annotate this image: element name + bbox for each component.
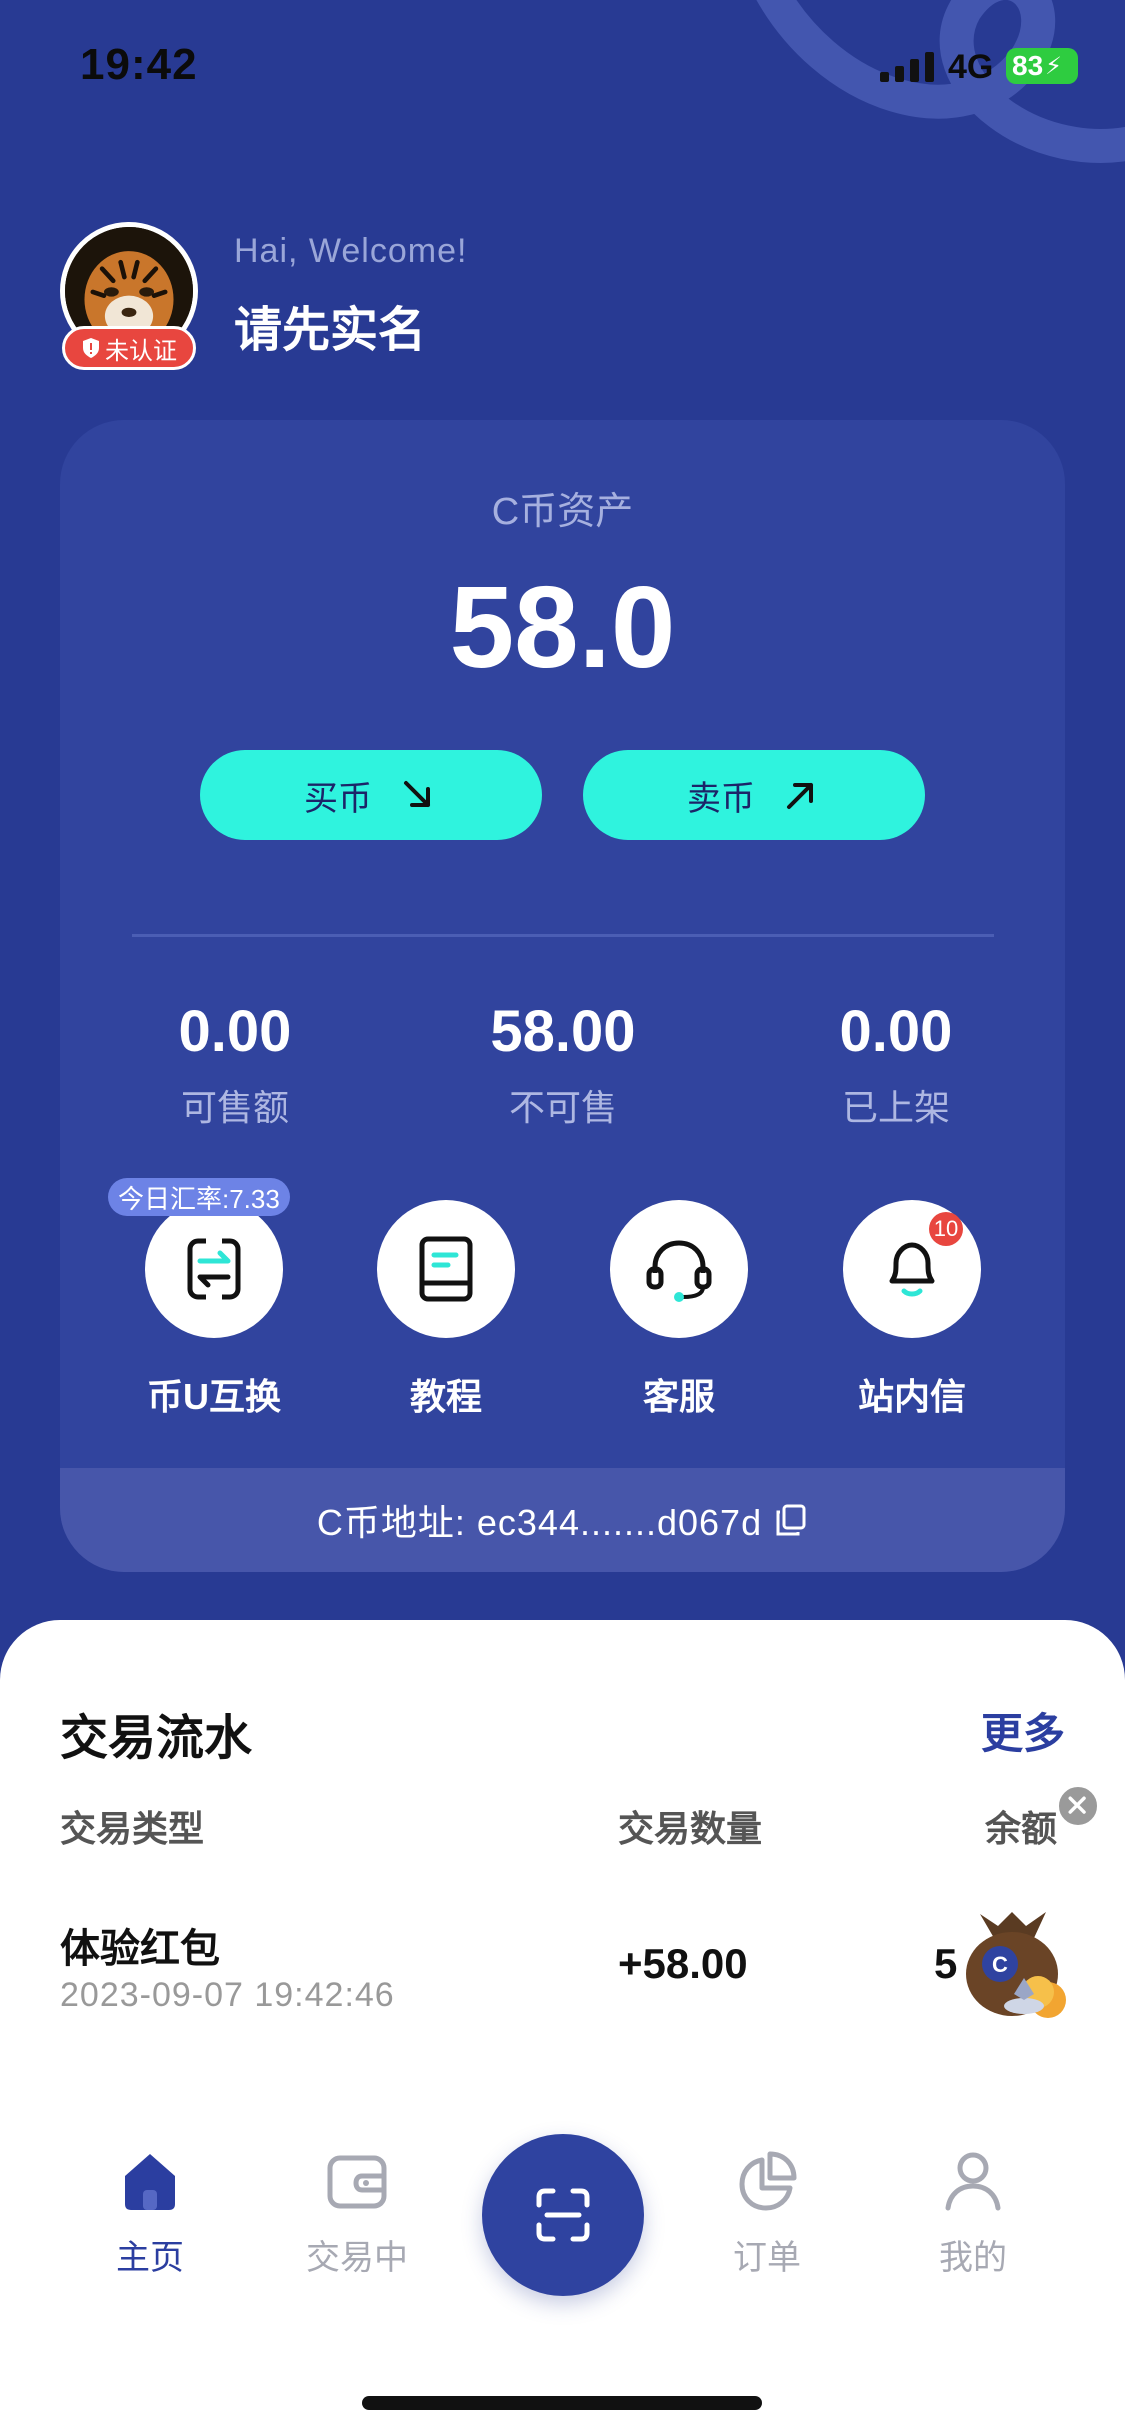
network-type: 4G	[948, 48, 994, 86]
stat-listed-value: 0.00	[839, 999, 953, 1064]
card-divider	[132, 934, 994, 937]
shield-icon	[83, 338, 99, 358]
headset-icon	[646, 1240, 712, 1302]
stat-unsellable-value: 58.00	[490, 999, 636, 1064]
arrow-up-right-icon	[787, 783, 813, 809]
notification-count-badge: 10	[929, 1212, 963, 1246]
asset-amount: 58.0	[449, 562, 676, 692]
stat-sellable: 0.00 可售额	[85, 998, 385, 1131]
user-name[interactable]: 请先实名	[234, 290, 426, 360]
charging-bolt-icon: ⚡	[1045, 52, 1063, 80]
sell-coin-label: 卖币	[687, 779, 755, 818]
more-link[interactable]: 更多	[981, 1700, 1065, 1761]
column-type: 交易类型	[60, 1808, 205, 1849]
transactions-sheet: 交易流水 更多 交易类型 交易数量 余额 体验红包 2023-09-07 19:…	[0, 1620, 1125, 2436]
stat-listed-label: 已上架	[841, 1087, 950, 1128]
scan-icon	[536, 2188, 590, 2242]
stat-unsellable-label: 不可售	[508, 1087, 617, 1128]
pie-chart-icon	[739, 2151, 797, 2211]
row-type: 体验红包	[60, 1927, 220, 1971]
buy-coin-button[interactable]: 买币	[200, 750, 542, 840]
inbox-action[interactable]: 10 站内信	[822, 1200, 1002, 1420]
support-circle	[610, 1200, 748, 1338]
row-amount: +58.00	[618, 1940, 748, 1987]
row-date: 2023-09-07 19:42:46	[60, 1976, 395, 2014]
battery-level: 83	[1012, 50, 1044, 81]
coin-address: C币地址: ec344.......d067d	[316, 1502, 763, 1543]
exchange-rate-tag: 今日汇率:7.33	[108, 1178, 290, 1216]
exchange-icon	[187, 1235, 241, 1303]
scan-button[interactable]	[482, 2134, 644, 2296]
inbox-circle: 10	[843, 1200, 981, 1338]
support-action[interactable]: 客服	[589, 1200, 769, 1420]
battery-indicator: 83 ⚡	[1006, 48, 1078, 84]
buy-coin-label: 买币	[304, 779, 372, 818]
asset-title: C币资产	[491, 491, 634, 533]
tab-home-label: 主页	[116, 2239, 184, 2277]
arrow-down-right-icon	[404, 781, 430, 807]
status-bar: 19:42 4G 83 ⚡	[0, 0, 1125, 140]
close-icon[interactable]	[1056, 1784, 1100, 1828]
sell-coin-button[interactable]: 卖币	[583, 750, 925, 840]
tab-trading-label: 交易中	[306, 2239, 408, 2277]
support-label: 客服	[642, 1376, 715, 1417]
money-bag-icon[interactable]: C	[950, 1896, 1080, 2026]
tab-profile[interactable]: 我的	[898, 2146, 1048, 2279]
stat-sellable-value: 0.00	[178, 999, 292, 1064]
user-icon	[945, 2152, 1001, 2211]
asset-card: C币资产 58.0 买币 卖币 0.00 可售额 58.00 不可售 0.00 …	[60, 420, 1065, 1572]
status-time: 19:42	[80, 40, 198, 89]
svg-text:C: C	[992, 1952, 1008, 1977]
tab-home[interactable]: 主页	[75, 2146, 225, 2279]
stat-listed: 0.00 已上架	[746, 998, 1046, 1131]
inbox-label: 站内信	[857, 1376, 966, 1417]
tab-profile-label: 我的	[939, 2239, 1007, 2277]
tab-orders[interactable]: 订单	[692, 2146, 842, 2279]
coin-address-bar[interactable]: C币地址: ec344.......d067d	[60, 1468, 1065, 1572]
stat-unsellable: 58.00 不可售	[413, 998, 713, 1131]
exchange-circle	[145, 1200, 283, 1338]
tutorial-label: 教程	[409, 1376, 482, 1417]
welcome-text: Hai, Welcome!	[234, 232, 468, 270]
unverified-badge-label: 未认证	[105, 337, 177, 365]
transactions-title: 交易流水	[60, 1712, 253, 1765]
exchange-action[interactable]: 币U互换	[124, 1200, 304, 1420]
tutorial-action[interactable]: 教程	[356, 1200, 536, 1420]
signal-icon	[880, 52, 934, 82]
tab-orders-label: 订单	[733, 2239, 801, 2277]
home-indicator	[362, 2396, 762, 2410]
unverified-badge[interactable]: 未认证	[62, 326, 196, 370]
wallet-icon	[327, 2155, 387, 2209]
column-amount: 交易数量	[618, 1808, 763, 1849]
stat-sellable-label: 可售额	[180, 1087, 289, 1128]
close-x-glyph	[1068, 1796, 1086, 1814]
book-icon	[419, 1236, 473, 1302]
tutorial-circle	[377, 1200, 515, 1338]
tab-trading[interactable]: 交易中	[282, 2146, 432, 2279]
home-icon	[125, 2154, 175, 2210]
column-balance: 余额	[985, 1808, 1058, 1849]
copy-icon[interactable]	[772, 1502, 808, 1538]
exchange-label: 币U互换	[147, 1376, 281, 1417]
